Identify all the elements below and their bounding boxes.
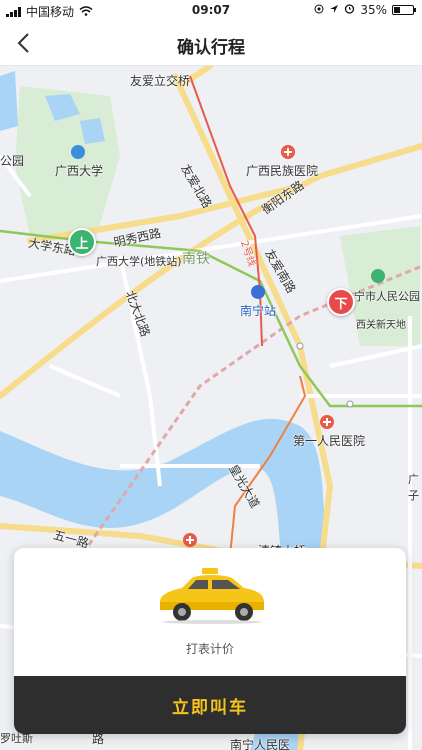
metro-stop-icon: [296, 342, 304, 350]
map-label: 第一人民医院: [293, 434, 366, 448]
battery-icon: [392, 5, 416, 15]
map-label: 西关新天地: [356, 320, 406, 331]
navigation-bar: 确认行程: [0, 20, 422, 66]
taxi-icon: [160, 568, 264, 624]
map-label: 南铁: [182, 251, 210, 267]
page-title: 确认行程: [177, 38, 245, 58]
status-bar: 中国移动 09:07 35%: [0, 0, 422, 20]
location-icon: [314, 3, 324, 17]
call-taxi-button[interactable]: 立即叫车: [14, 676, 406, 734]
tree-icon: [371, 269, 385, 283]
university-icon: [71, 145, 85, 159]
train-station-icon: [251, 285, 265, 299]
map-label: 广西大学: [55, 164, 104, 178]
alarm-icon: [344, 3, 355, 17]
status-right: 35%: [314, 3, 416, 17]
map-label: 友爱立交桥: [130, 74, 191, 88]
metro-stop-icon: [346, 400, 354, 408]
fare-type-label: 打表计价: [185, 642, 234, 656]
map-label: 广子: [408, 473, 419, 502]
hospital-icon: [281, 145, 295, 159]
location-arrow-icon: [329, 3, 339, 17]
lake-3: [0, 71, 18, 131]
hospital-icon: [183, 533, 197, 547]
start-marker[interactable]: 上: [68, 228, 96, 256]
hospital-icon: [320, 415, 334, 429]
battery-percent: 35%: [360, 3, 387, 17]
end-marker[interactable]: 下: [327, 288, 355, 316]
map-label: 南宁人民医: [230, 738, 291, 750]
map-label: 公园: [0, 154, 25, 168]
map-label: 广西民族医院: [246, 164, 319, 178]
map-label: 广西大学(地铁站): [96, 255, 182, 268]
map-label: 南宁站: [240, 304, 277, 318]
map-label: 宁市人民公园: [354, 290, 420, 303]
ride-confirm-card: 打表计价 立即叫车: [14, 548, 406, 734]
